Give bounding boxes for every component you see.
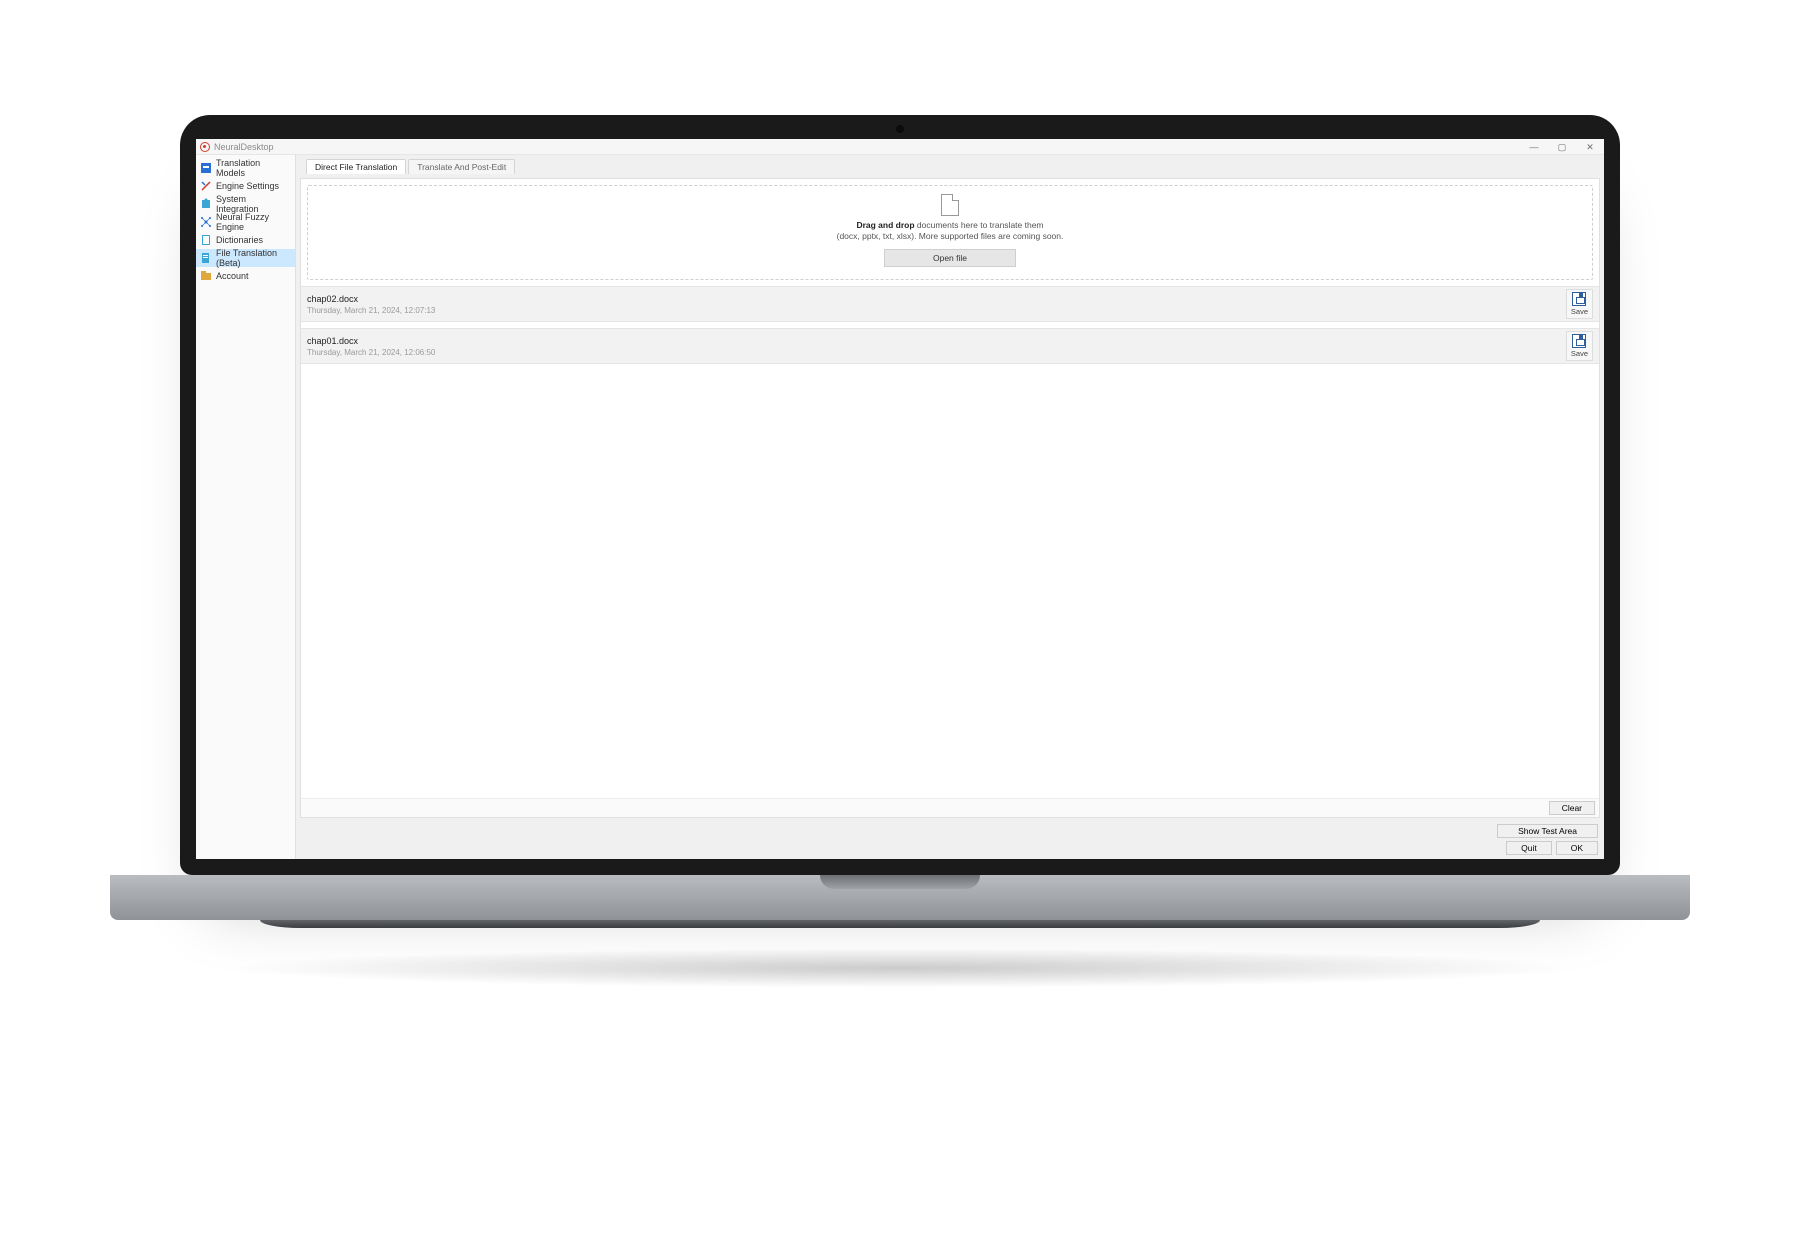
- save-button[interactable]: Save: [1566, 289, 1593, 319]
- file-meta: chap01.docx Thursday, March 21, 2024, 12…: [307, 336, 435, 357]
- sidebar-item-translation-models[interactable]: Translation Models: [196, 159, 295, 177]
- dropzone-bold: Drag and drop: [856, 220, 914, 230]
- puzzle-icon: [200, 198, 212, 210]
- save-button[interactable]: Save: [1566, 331, 1593, 361]
- app-window: NeuralDesktop — ▢ ✕ Translation Models: [196, 139, 1604, 859]
- maximize-button[interactable]: ▢: [1548, 139, 1576, 155]
- laptop-foot: [260, 920, 1540, 928]
- minimize-button[interactable]: —: [1520, 139, 1548, 155]
- neural-icon: [200, 216, 212, 228]
- spacer: [301, 364, 1599, 798]
- window-title: NeuralDesktop: [214, 142, 274, 152]
- bottom-row: Quit OK: [1506, 841, 1598, 855]
- sidebar-item-system-integration[interactable]: System Integration: [196, 195, 295, 213]
- file-row: chap02.docx Thursday, March 21, 2024, 12…: [301, 286, 1599, 322]
- panel-footer-bar: Clear: [301, 798, 1599, 817]
- quit-button[interactable]: Quit: [1506, 841, 1552, 855]
- file-icon: [200, 252, 212, 264]
- dropzone-line1: documents here to translate them: [915, 220, 1044, 230]
- sidebar-item-dictionaries[interactable]: Dictionaries: [196, 231, 295, 249]
- content-panel: Drag and drop documents here to translat…: [300, 178, 1600, 818]
- book-icon: [200, 234, 212, 246]
- sidebar-item-engine-settings[interactable]: Engine Settings: [196, 177, 295, 195]
- sidebar-item-label: File Translation (Beta): [216, 248, 291, 268]
- camera-icon: [896, 125, 904, 133]
- sidebar-item-label: System Integration: [216, 194, 291, 214]
- bottom-button-stack: Show Test Area Quit OK: [1497, 824, 1598, 855]
- ok-button[interactable]: OK: [1556, 841, 1598, 855]
- sidebar-item-file-translation[interactable]: File Translation (Beta): [196, 249, 295, 267]
- laptop-shadow: [220, 948, 1580, 988]
- file-date: Thursday, March 21, 2024, 12:07:13: [307, 306, 435, 315]
- account-icon: [200, 270, 212, 282]
- bottom-bar: Show Test Area Quit OK: [300, 822, 1600, 855]
- clear-button[interactable]: Clear: [1549, 801, 1595, 815]
- sidebar-item-neural-fuzzy[interactable]: Neural Fuzzy Engine: [196, 213, 295, 231]
- app-icon: [200, 142, 210, 152]
- save-icon: [1572, 334, 1586, 348]
- dropzone-text: Drag and drop documents here to translat…: [837, 220, 1064, 241]
- window-controls: — ▢ ✕: [1520, 139, 1604, 155]
- sidebar-item-label: Translation Models: [216, 158, 291, 178]
- laptop-hinge-notch: [820, 875, 980, 889]
- close-button[interactable]: ✕: [1576, 139, 1604, 155]
- tools-icon: [200, 180, 212, 192]
- sidebar-item-label: Engine Settings: [216, 181, 279, 191]
- sidebar-item-account[interactable]: Account: [196, 267, 295, 285]
- main-area: Direct File Translation Translate And Po…: [296, 155, 1604, 859]
- save-label: Save: [1571, 349, 1588, 358]
- app-body: Translation Models Engine Settings Syste…: [196, 155, 1604, 859]
- models-icon: [200, 162, 212, 174]
- titlebar: NeuralDesktop — ▢ ✕: [196, 139, 1604, 155]
- save-icon: [1572, 292, 1586, 306]
- laptop-base: [110, 875, 1690, 920]
- sidebar-item-label: Account: [216, 271, 249, 281]
- screen-bezel: NeuralDesktop — ▢ ✕ Translation Models: [180, 115, 1620, 875]
- save-label: Save: [1571, 307, 1588, 316]
- file-name: chap02.docx: [307, 294, 435, 304]
- sidebar: Translation Models Engine Settings Syste…: [196, 155, 296, 859]
- open-file-button[interactable]: Open file: [884, 249, 1016, 267]
- show-test-area-button[interactable]: Show Test Area: [1497, 824, 1598, 838]
- dropzone-line2: (docx, pptx, txt, xlsx). More supported …: [837, 231, 1064, 241]
- tab-translate-postedit[interactable]: Translate And Post-Edit: [408, 159, 515, 174]
- file-name: chap01.docx: [307, 336, 435, 346]
- dropzone[interactable]: Drag and drop documents here to translat…: [307, 185, 1593, 280]
- file-meta: chap02.docx Thursday, March 21, 2024, 12…: [307, 294, 435, 315]
- file-row: chap01.docx Thursday, March 21, 2024, 12…: [301, 328, 1599, 364]
- laptop-frame: NeuralDesktop — ▢ ✕ Translation Models: [180, 115, 1620, 988]
- document-icon: [941, 194, 959, 216]
- sidebar-item-label: Dictionaries: [216, 235, 263, 245]
- sidebar-item-label: Neural Fuzzy Engine: [216, 212, 291, 232]
- file-date: Thursday, March 21, 2024, 12:06:50: [307, 348, 435, 357]
- tabs: Direct File Translation Translate And Po…: [300, 159, 1600, 174]
- tab-direct-file[interactable]: Direct File Translation: [306, 159, 406, 174]
